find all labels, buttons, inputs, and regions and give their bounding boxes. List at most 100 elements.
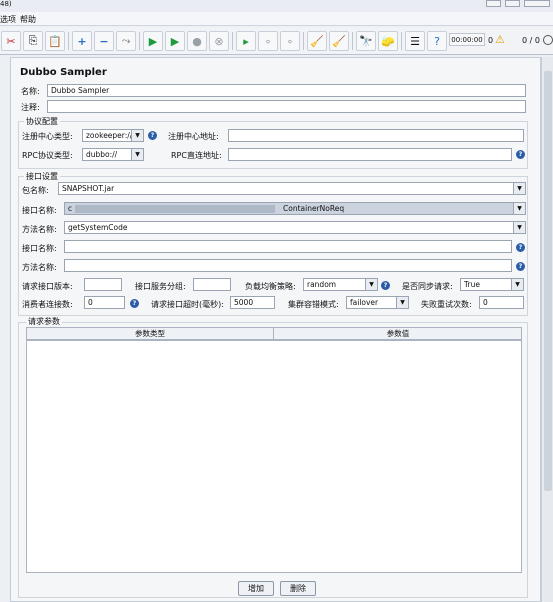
method-label: 方法名称: xyxy=(22,225,57,234)
chevron-down-icon[interactable]: ▼ xyxy=(131,130,143,141)
cluster-select[interactable]: failover ▼ xyxy=(346,296,409,309)
menu-options[interactable]: 选项 xyxy=(0,14,16,25)
remote-start-icon[interactable]: ▸ xyxy=(236,31,256,51)
help-icon[interactable]: ? xyxy=(516,262,525,271)
chevron-down-icon[interactable]: ▼ xyxy=(131,149,143,160)
async-select[interactable]: True ▼ xyxy=(460,278,524,291)
cluster-label: 集群容错模式: xyxy=(288,300,339,309)
request-params-legend: 请求参数 xyxy=(26,316,62,327)
toolbar-separator xyxy=(139,32,140,50)
interface-legend: 接口设置 xyxy=(24,171,60,182)
thread-count: 0 / 0 xyxy=(522,36,540,45)
page-title: Dubbo Sampler xyxy=(20,67,107,78)
connections-label: 消费者连接数: xyxy=(22,300,73,309)
remote-stop-icon[interactable]: ∘ xyxy=(258,31,278,51)
retries-label: 失败重试次数: xyxy=(421,300,472,309)
clear-icon[interactable]: 🧹 xyxy=(307,31,327,51)
menu-help[interactable]: 帮助 xyxy=(20,14,36,25)
column-header-value[interactable]: 参数值 xyxy=(275,328,521,340)
interface-name-label: 接口名称: xyxy=(22,244,57,253)
name-field[interactable]: Dubbo Sampler xyxy=(47,84,526,97)
rpc-type-select[interactable]: dubbo:// ▼ xyxy=(82,148,144,161)
add-button[interactable]: 增加 xyxy=(238,581,274,596)
version-label: 请求接口版本: xyxy=(22,282,73,291)
method-name-label: 方法名称: xyxy=(22,263,57,272)
help-icon[interactable]: ? xyxy=(148,131,157,140)
retries-field[interactable]: 0 xyxy=(479,296,524,309)
interface-select[interactable]: c ContainerNoReq ▼ xyxy=(64,202,526,215)
version-field[interactable] xyxy=(84,278,122,291)
column-header-type[interactable]: 参数类型 xyxy=(27,328,274,340)
registry-type-value: zookeeper:// xyxy=(86,131,133,140)
rpc-direct-label: RPC直连地址: xyxy=(171,151,222,160)
paste-icon[interactable]: 📋 xyxy=(45,31,65,51)
help-icon[interactable]: ? xyxy=(130,299,139,308)
rpc-type-value: dubbo:// xyxy=(86,150,118,159)
params-table-header: 参数类型 参数值 xyxy=(26,327,522,340)
collapse-icon[interactable]: − xyxy=(94,31,114,51)
timer-display: 00:00:00 xyxy=(449,33,485,46)
method-value: getSystemCode xyxy=(68,223,128,232)
method-name-field[interactable] xyxy=(64,259,512,272)
warning-icon[interactable]: ⚠ xyxy=(495,33,505,46)
toggle-icon[interactable]: ⤳ xyxy=(116,31,136,51)
help-icon[interactable]: ? xyxy=(516,150,525,159)
close-button[interactable] xyxy=(524,0,550,7)
package-select[interactable]: SNAPSHOT.jar ▼ xyxy=(58,182,526,195)
timeout-label: 请求接口超时(毫秒): xyxy=(151,300,224,309)
toolbar-separator xyxy=(352,32,353,50)
group-field[interactable] xyxy=(193,278,231,291)
expand-icon[interactable]: + xyxy=(72,31,92,51)
rpc-type-label: RPC协议类型: xyxy=(22,151,73,160)
copy-icon[interactable]: ⎘ xyxy=(23,31,43,51)
start-icon[interactable]: ▶ xyxy=(143,31,163,51)
chevron-down-icon[interactable]: ▼ xyxy=(511,279,523,290)
async-label: 是否同步请求: xyxy=(402,282,453,291)
shutdown-icon[interactable]: ⊗ xyxy=(209,31,229,51)
help-icon[interactable]: ? xyxy=(381,281,390,290)
chevron-down-icon[interactable]: ▼ xyxy=(396,297,408,308)
minimize-button[interactable] xyxy=(486,0,501,7)
rpc-direct-field[interactable] xyxy=(228,148,512,161)
toolbar-separator xyxy=(303,32,304,50)
package-value: SNAPSHOT.jar xyxy=(62,184,115,193)
registry-type-select[interactable]: zookeeper:// ▼ xyxy=(82,129,144,142)
cut-icon[interactable]: ✂ xyxy=(1,31,21,51)
reset-search-icon[interactable]: 🧽 xyxy=(378,31,398,51)
params-table-body[interactable] xyxy=(26,340,522,573)
title-bar: 48) xyxy=(0,0,553,12)
comment-field[interactable] xyxy=(47,100,526,113)
scrollbar-thumb[interactable] xyxy=(544,71,552,491)
timeout-field[interactable]: 5000 xyxy=(230,296,275,309)
help-icon[interactable]: ? xyxy=(516,243,525,252)
protocol-legend: 协议配置 xyxy=(24,116,60,127)
loadbalance-label: 负载均衡策略: xyxy=(245,282,296,291)
search-icon[interactable]: 🔭 xyxy=(356,31,376,51)
maximize-button[interactable] xyxy=(505,0,520,7)
group-label: 接口服务分组: xyxy=(135,282,186,291)
interface-name-field[interactable] xyxy=(64,240,512,253)
remote-exit-icon[interactable]: ∘ xyxy=(280,31,300,51)
chevron-down-icon[interactable]: ▼ xyxy=(365,279,377,290)
menu-bar: 选项 帮助 xyxy=(0,12,553,26)
async-value: True xyxy=(464,280,480,289)
interface-label: 接口名称: xyxy=(22,206,57,215)
chevron-down-icon[interactable]: ▼ xyxy=(513,183,525,194)
globe-icon[interactable] xyxy=(543,35,553,45)
registry-address-field[interactable] xyxy=(228,129,524,142)
help-icon[interactable]: ? xyxy=(427,31,447,51)
connections-field[interactable]: 0 xyxy=(84,296,125,309)
window-title: 48) xyxy=(0,0,12,8)
toolbar-separator xyxy=(401,32,402,50)
loadbalance-select[interactable]: random ▼ xyxy=(303,278,378,291)
package-label: 包名称: xyxy=(22,186,49,195)
method-select[interactable]: getSystemCode ▼ xyxy=(64,221,526,234)
chevron-down-icon[interactable]: ▼ xyxy=(513,203,525,214)
start-no-pauses-icon[interactable]: ▶ xyxy=(165,31,185,51)
delete-button[interactable]: 删除 xyxy=(280,581,316,596)
clear-all-icon[interactable]: 🧹 xyxy=(329,31,349,51)
stop-icon[interactable]: ● xyxy=(187,31,207,51)
vertical-scrollbar[interactable] xyxy=(541,57,553,602)
function-helper-icon[interactable]: ☰ xyxy=(405,31,425,51)
chevron-down-icon[interactable]: ▼ xyxy=(513,222,525,233)
